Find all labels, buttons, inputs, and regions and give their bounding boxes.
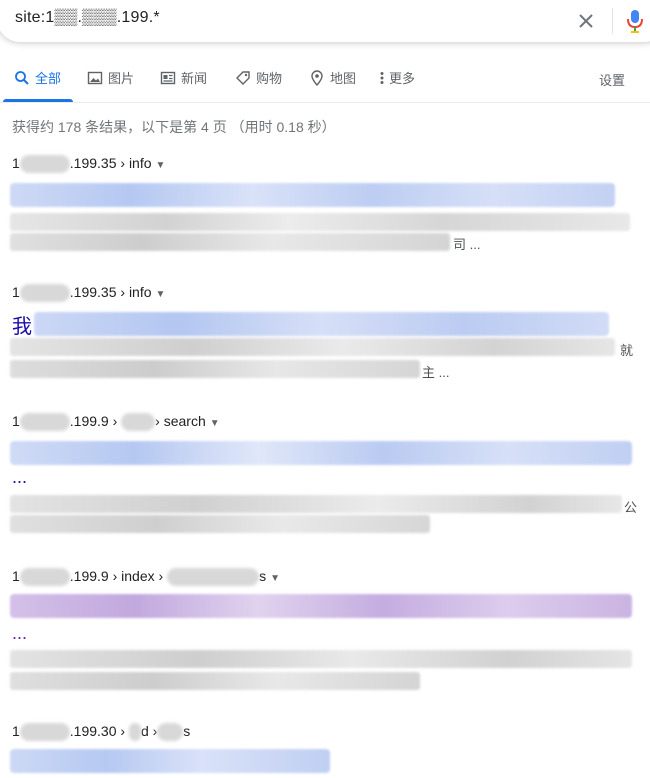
close-icon — [579, 14, 593, 28]
redacted-blot — [157, 723, 184, 742]
shopping-tag-icon — [236, 70, 250, 85]
result-snippet — [10, 213, 630, 231]
search-tabs: 全部 图片 新闻 购物 地图 更多 — [0, 58, 650, 102]
result-title[interactable]: 我 — [12, 310, 32, 339]
tab-label: 地图 — [330, 71, 357, 86]
image-icon — [87, 71, 103, 84]
tab-label: 更多 — [389, 71, 416, 86]
redacted-blot — [19, 568, 70, 587]
tab-shopping[interactable]: 购物 — [235, 68, 282, 87]
tab-maps[interactable]: 地图 — [309, 68, 356, 87]
caret-down-icon[interactable]: ▼ — [270, 573, 280, 584]
snippet-text: 就 — [620, 343, 634, 358]
divider — [612, 8, 613, 34]
more-vert-icon — [380, 71, 384, 84]
result-snippet — [10, 360, 420, 378]
tab-news[interactable]: 新闻 — [160, 68, 207, 87]
redacted-blot — [19, 413, 70, 432]
result-stats: 获得约 178 条结果，以下是第 4 页 （用时 0.18 秒） — [12, 119, 336, 135]
redacted-blot — [128, 723, 141, 742]
result-title[interactable] — [10, 594, 632, 618]
result-url[interactable]: 1.199.35 › info ▼ — [12, 284, 166, 303]
result-snippet — [10, 515, 430, 533]
title-ellipsis[interactable]: ... — [12, 467, 27, 488]
caret-down-icon[interactable]: ▼ — [156, 160, 166, 171]
tab-all[interactable]: 全部 — [14, 68, 61, 87]
settings-link[interactable]: 设置 — [599, 70, 625, 89]
result-title[interactable] — [10, 749, 330, 773]
tab-label: 购物 — [256, 71, 283, 86]
result-title[interactable] — [34, 312, 609, 336]
redacted-blot — [19, 723, 70, 742]
tab-images[interactable]: 图片 — [87, 68, 134, 87]
title-ellipsis[interactable]: ... — [12, 623, 27, 644]
caret-down-icon[interactable]: ▼ — [156, 289, 166, 300]
result-snippet — [10, 495, 622, 513]
voice-search-button[interactable] — [626, 8, 644, 34]
redacted-blot — [19, 155, 70, 174]
snippet-text: 公 — [624, 500, 638, 515]
microphone-icon — [627, 10, 643, 33]
result-snippet — [10, 338, 615, 356]
tab-more[interactable]: 更多 — [378, 68, 415, 87]
redacted-blot — [167, 568, 260, 587]
search-input[interactable]: site:1▒▒.▒▒▒.199.* — [15, 9, 160, 27]
news-icon — [160, 71, 176, 84]
redacted-blot — [121, 413, 156, 432]
caret-down-icon[interactable]: ▼ — [210, 418, 220, 429]
tabs-divider — [0, 102, 650, 103]
result-snippet — [10, 650, 632, 668]
snippet-text: 司 ... — [453, 237, 481, 252]
redacted-blot — [19, 284, 70, 303]
result-url[interactable]: 1.199.9 › index › s ▼ — [12, 568, 280, 587]
result-url[interactable]: 1.199.9 › › search ▼ — [12, 413, 220, 432]
map-pin-icon — [311, 69, 323, 86]
result-url[interactable]: 1.199.30 › d › s — [12, 723, 190, 742]
snippet-text: 主 ... — [422, 365, 450, 380]
result-title[interactable] — [10, 441, 632, 465]
tab-label: 全部 — [35, 71, 62, 86]
search-icon — [15, 70, 29, 85]
result-url[interactable]: 1.199.35 › info ▼ — [12, 155, 166, 174]
result-snippet — [10, 672, 420, 690]
tab-label: 图片 — [108, 71, 135, 86]
search-bar[interactable]: site:1▒▒.▒▒▒.199.* — [0, 0, 650, 43]
result-snippet — [10, 233, 450, 251]
tab-label: 新闻 — [181, 71, 208, 86]
result-title[interactable] — [10, 183, 615, 207]
clear-search-button[interactable] — [576, 11, 596, 31]
